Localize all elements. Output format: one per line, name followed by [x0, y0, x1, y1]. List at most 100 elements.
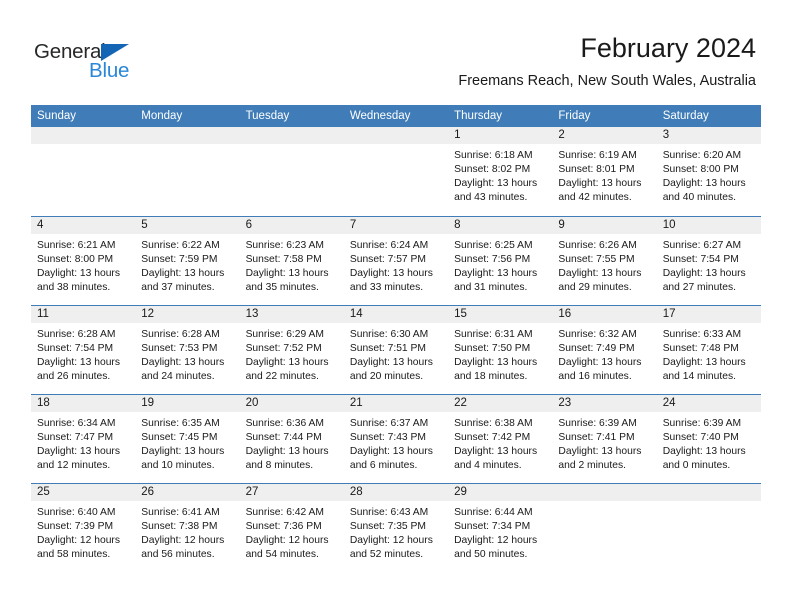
- day-number: [552, 483, 657, 501]
- day-cell-inner: 29 Sunrise: 6:44 AM Sunset: 7:34 PM Dayligh…: [448, 483, 553, 573]
- sunrise-text: Sunrise: 6:26 AM: [558, 239, 637, 251]
- sunrise-text: Sunrise: 6:28 AM: [141, 328, 220, 340]
- day-cell-inner: [343, 127, 449, 216]
- day-details: Sunrise: 6:44 AM Sunset: 7:34 PM Daylight:…: [448, 501, 552, 562]
- weekday-header-friday: Friday: [552, 105, 657, 127]
- daylight-text: Daylight: 13 hours and 42 minutes.: [558, 178, 642, 204]
- day-details: Sunrise: 6:33 AM Sunset: 7:48 PM Daylight:…: [657, 323, 761, 384]
- day-number: 27: [239, 483, 344, 501]
- calendar-day-cell[interactable]: 21 Sunrise: 6:37 AM Sunset: 7:43 PM Dayligh…: [343, 393, 449, 483]
- calendar-day-cell[interactable]: 8 Sunrise: 6:25 AM Sunset: 7:56 PM Daylight…: [448, 215, 553, 305]
- day-number: 29: [448, 483, 553, 501]
- calendar-week-row: 18 Sunrise: 6:34 AM Sunset: 7:47 PM Dayligh…: [31, 393, 761, 483]
- daylight-text: Daylight: 13 hours and 27 minutes.: [662, 267, 746, 293]
- day-number: 3: [656, 127, 761, 144]
- day-number: 7: [343, 216, 449, 234]
- calendar-day-cell[interactable]: 3 Sunrise: 6:20 AM Sunset: 8:00 PM Daylight…: [656, 127, 761, 216]
- calendar-day-cell[interactable]: 19 Sunrise: 6:35 AM Sunset: 7:45 PM Dayligh…: [135, 393, 240, 483]
- sunrise-text: Sunrise: 6:32 AM: [558, 328, 637, 340]
- day-number: [656, 483, 761, 501]
- sunrise-text: Sunrise: 6:40 AM: [37, 506, 116, 518]
- day-number: 24: [656, 394, 761, 412]
- sunset-text: Sunset: 7:44 PM: [245, 431, 322, 443]
- daylight-text: Daylight: 13 hours and 2 minutes.: [558, 445, 642, 471]
- sunset-text: Sunset: 7:38 PM: [141, 520, 218, 532]
- sunset-text: Sunset: 7:55 PM: [558, 253, 635, 265]
- day-details: Sunrise: 6:35 AM Sunset: 7:45 PM Daylight:…: [135, 412, 239, 473]
- day-number: 5: [135, 216, 240, 234]
- calendar-day-cell[interactable]: 20 Sunrise: 6:36 AM Sunset: 7:44 PM Dayligh…: [239, 393, 344, 483]
- day-number: 25: [31, 483, 136, 501]
- calendar-day-cell[interactable]: 9 Sunrise: 6:26 AM Sunset: 7:55 PM Daylight…: [552, 215, 657, 305]
- calendar-day-cell[interactable]: 24 Sunrise: 6:39 AM Sunset: 7:40 PM Dayligh…: [656, 393, 761, 483]
- sunset-text: Sunset: 7:54 PM: [662, 253, 739, 265]
- sunset-text: Sunset: 7:34 PM: [454, 520, 531, 532]
- calendar-day-cell[interactable]: 12 Sunrise: 6:28 AM Sunset: 7:53 PM Dayligh…: [135, 304, 240, 394]
- calendar-day-cell[interactable]: 4 Sunrise: 6:21 AM Sunset: 8:00 PM Daylight…: [31, 215, 136, 305]
- daylight-text: Daylight: 12 hours and 52 minutes.: [349, 534, 433, 560]
- day-number: 18: [31, 394, 136, 412]
- daylight-text: Daylight: 13 hours and 6 minutes.: [349, 445, 433, 471]
- daylight-text: Daylight: 13 hours and 43 minutes.: [454, 178, 538, 204]
- calendar-day-cell[interactable]: 14 Sunrise: 6:30 AM Sunset: 7:51 PM Dayligh…: [343, 304, 449, 394]
- calendar-day-cell[interactable]: 27 Sunrise: 6:42 AM Sunset: 7:36 PM Dayligh…: [239, 482, 344, 572]
- calendar-day-cell[interactable]: 26 Sunrise: 6:41 AM Sunset: 7:38 PM Dayligh…: [135, 482, 240, 572]
- calendar-week-row: 4 Sunrise: 6:21 AM Sunset: 8:00 PM Daylight…: [31, 215, 761, 305]
- day-cell-inner: 13 Sunrise: 6:29 AM Sunset: 7:52 PM Dayligh…: [239, 305, 344, 394]
- calendar-day-cell-empty: [239, 127, 344, 216]
- day-cell-inner: 22 Sunrise: 6:38 AM Sunset: 7:42 PM Dayligh…: [448, 394, 553, 483]
- sunset-text: Sunset: 7:47 PM: [37, 431, 114, 443]
- calendar-day-cell[interactable]: 5 Sunrise: 6:22 AM Sunset: 7:59 PM Daylight…: [135, 215, 240, 305]
- day-details: Sunrise: 6:32 AM Sunset: 7:49 PM Daylight:…: [552, 323, 656, 384]
- calendar-week-row: 1 Sunrise: 6:18 AM Sunset: 8:02 PM Daylight…: [31, 127, 761, 216]
- sunrise-text: Sunrise: 6:23 AM: [245, 239, 324, 251]
- calendar-day-cell[interactable]: 6 Sunrise: 6:23 AM Sunset: 7:58 PM Daylight…: [239, 215, 344, 305]
- sunset-text: Sunset: 7:39 PM: [37, 520, 114, 532]
- weekday-header-thursday: Thursday: [448, 105, 553, 127]
- calendar-day-cell[interactable]: 29 Sunrise: 6:44 AM Sunset: 7:34 PM Dayligh…: [448, 482, 553, 573]
- day-number: 13: [239, 305, 344, 323]
- day-number: 22: [448, 394, 553, 412]
- calendar-day-cell[interactable]: 13 Sunrise: 6:29 AM Sunset: 7:52 PM Dayligh…: [239, 304, 344, 394]
- calendar-day-cell[interactable]: 23 Sunrise: 6:39 AM Sunset: 7:41 PM Dayligh…: [552, 393, 657, 483]
- calendar-day-cell[interactable]: 15 Sunrise: 6:31 AM Sunset: 7:50 PM Dayligh…: [448, 304, 553, 394]
- sunrise-text: Sunrise: 6:39 AM: [662, 417, 742, 429]
- day-cell-inner: [552, 483, 657, 573]
- logo-text-blue: Blue: [89, 59, 130, 82]
- sunset-text: Sunset: 7:40 PM: [662, 431, 739, 443]
- calendar-day-cell[interactable]: 10 Sunrise: 6:27 AM Sunset: 7:54 PM Dayligh…: [656, 215, 761, 305]
- calendar-page: General Blue February 2024 Freemans Reac…: [0, 0, 792, 612]
- sunset-text: Sunset: 7:36 PM: [245, 520, 322, 532]
- sunset-text: Sunset: 7:58 PM: [245, 253, 322, 265]
- day-cell-inner: 25 Sunrise: 6:40 AM Sunset: 7:39 PM Dayligh…: [31, 483, 136, 573]
- day-cell-inner: 20 Sunrise: 6:36 AM Sunset: 7:44 PM Dayligh…: [239, 394, 344, 483]
- calendar-day-cell[interactable]: 18 Sunrise: 6:34 AM Sunset: 7:47 PM Dayligh…: [31, 393, 136, 483]
- calendar-day-cell[interactable]: 7 Sunrise: 6:24 AM Sunset: 7:57 PM Daylight…: [343, 215, 449, 305]
- day-cell-inner: 3 Sunrise: 6:20 AM Sunset: 8:00 PM Daylight…: [656, 127, 761, 216]
- day-details: Sunrise: 6:41 AM Sunset: 7:38 PM Daylight:…: [135, 501, 239, 562]
- calendar-day-cell[interactable]: 1 Sunrise: 6:18 AM Sunset: 8:02 PM Daylight…: [448, 127, 553, 216]
- day-number: 19: [135, 394, 240, 412]
- sunrise-text: Sunrise: 6:30 AM: [349, 328, 429, 340]
- day-details: Sunrise: 6:26 AM Sunset: 7:55 PM Daylight:…: [552, 234, 656, 295]
- day-cell-inner: 8 Sunrise: 6:25 AM Sunset: 7:56 PM Daylight…: [448, 216, 553, 305]
- day-number: 1: [448, 127, 553, 144]
- daylight-text: Daylight: 13 hours and 18 minutes.: [454, 356, 538, 382]
- calendar-week-row: 11 Sunrise: 6:28 AM Sunset: 7:54 PM Dayligh…: [31, 304, 761, 394]
- calendar-day-cell[interactable]: 2 Sunrise: 6:19 AM Sunset: 8:01 PM Daylight…: [552, 127, 657, 216]
- sunset-text: Sunset: 7:48 PM: [662, 342, 739, 354]
- calendar-day-cell[interactable]: 25 Sunrise: 6:40 AM Sunset: 7:39 PM Dayligh…: [31, 482, 136, 573]
- day-details: Sunrise: 6:36 AM Sunset: 7:44 PM Daylight:…: [240, 412, 344, 473]
- day-cell-inner: 19 Sunrise: 6:35 AM Sunset: 7:45 PM Dayligh…: [135, 394, 240, 483]
- calendar-day-cell[interactable]: 28 Sunrise: 6:43 AM Sunset: 7:35 PM Dayligh…: [343, 482, 449, 572]
- day-number: 26: [135, 483, 240, 501]
- sunrise-text: Sunrise: 6:24 AM: [349, 239, 429, 251]
- calendar-day-cell[interactable]: 22 Sunrise: 6:38 AM Sunset: 7:42 PM Dayligh…: [448, 393, 553, 483]
- sunrise-text: Sunrise: 6:34 AM: [37, 417, 116, 429]
- calendar-day-cell[interactable]: 11 Sunrise: 6:28 AM Sunset: 7:54 PM Dayligh…: [31, 304, 136, 394]
- calendar-day-cell[interactable]: 17 Sunrise: 6:33 AM Sunset: 7:48 PM Dayligh…: [656, 304, 761, 394]
- day-cell-inner: 11 Sunrise: 6:28 AM Sunset: 7:54 PM Dayligh…: [31, 305, 136, 394]
- calendar-day-cell[interactable]: 16 Sunrise: 6:32 AM Sunset: 7:49 PM Dayligh…: [552, 304, 657, 394]
- day-details: Sunrise: 6:43 AM Sunset: 7:35 PM Daylight:…: [344, 501, 448, 562]
- day-details: Sunrise: 6:18 AM Sunset: 8:02 PM Daylight:…: [448, 144, 552, 205]
